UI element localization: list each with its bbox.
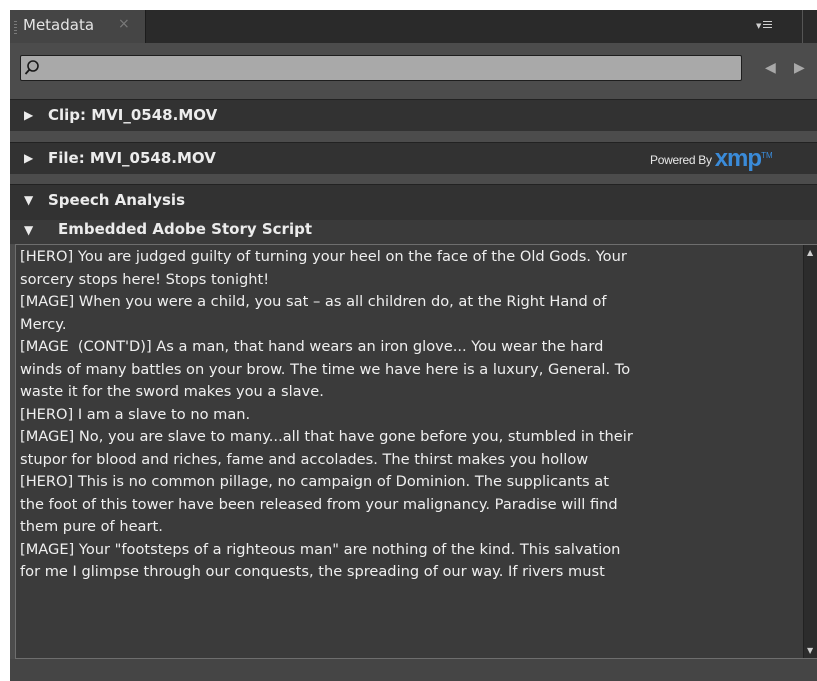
script-text: [HERO] You are judged guilty of turning …: [20, 246, 802, 584]
script-line: [MAGE] Your "footsteps of a righteous ma…: [20, 540, 621, 558]
expand-arrow-icon[interactable]: ▶: [24, 151, 33, 165]
tab-metadata[interactable]: Metadata ×: [10, 10, 146, 43]
script-line: Mercy.: [20, 315, 67, 333]
tab-title: Metadata: [23, 16, 95, 34]
script-line: them pure of heart.: [20, 518, 163, 535]
section-label: File: MVI_0548.MOV: [48, 149, 216, 167]
search-icon: [24, 60, 39, 75]
script-scrollbar[interactable]: ▲ ▼: [803, 245, 817, 658]
script-line: [MAGE] When you were a child, you sat – …: [20, 293, 607, 310]
panel-bottom-bar: [10, 659, 817, 681]
script-line: sorcery stops here! Stops tonight!: [20, 270, 270, 288]
metadata-panel: Metadata × ▼ ◀ ▶ ▶ Clip: MVI_0548.MOV ▶ …: [10, 10, 817, 681]
tab-grip-icon[interactable]: [14, 21, 17, 34]
script-line: [HERO] You are judged guilty of turning …: [20, 248, 627, 265]
script-line: winds of many battles on your brow. The …: [20, 360, 631, 378]
section-label: Embedded Adobe Story Script: [58, 220, 312, 238]
section-label: Clip: MVI_0548.MOV: [48, 106, 218, 124]
script-line: [MAGE] No, you are slave to many...all t…: [20, 428, 633, 445]
collapse-arrow-icon[interactable]: ▼: [24, 193, 33, 207]
tab-bar-divider: [802, 10, 803, 43]
scroll-up-icon[interactable]: ▲: [807, 248, 813, 257]
script-line: waste it for the sword makes you a slave…: [20, 383, 324, 400]
tab-close-icon[interactable]: ×: [118, 16, 130, 32]
script-line: stupor for blood and riches, fame and ac…: [20, 450, 589, 468]
powered-by-xmp-logo: Powered By xmpTM: [650, 145, 773, 172]
expand-arrow-icon[interactable]: ▶: [24, 108, 33, 122]
panel-menu-icon[interactable]: ▼: [756, 19, 772, 33]
search-field[interactable]: [20, 55, 742, 81]
panel-tab-bar: Metadata × ▼: [10, 10, 817, 43]
script-line: [MAGE (CONT'D)] As a man, that hand wear…: [20, 338, 604, 355]
search-input[interactable]: [43, 58, 737, 80]
script-text-area[interactable]: [HERO] You are judged guilty of turning …: [15, 244, 817, 659]
section-embedded-story-script[interactable]: ▼ Embedded Adobe Story Script: [10, 220, 817, 244]
scroll-down-icon[interactable]: ▼: [807, 646, 813, 655]
previous-result-icon[interactable]: ◀: [765, 60, 776, 76]
section-file[interactable]: ▶ File: MVI_0548.MOV Powered By xmpTM: [10, 142, 817, 174]
script-line: [HERO] This is no common pillage, no cam…: [20, 473, 609, 490]
collapse-arrow-icon[interactable]: ▼: [24, 223, 33, 237]
section-label: Speech Analysis: [48, 191, 186, 209]
next-result-icon[interactable]: ▶: [794, 60, 805, 76]
script-line: for me I glimpse through our conquests, …: [20, 563, 605, 580]
script-line: [HERO] I am a slave to no man.: [20, 405, 251, 423]
script-line: the foot of this tower have been release…: [20, 495, 618, 513]
section-speech-analysis[interactable]: ▼ Speech Analysis: [10, 184, 817, 220]
section-clip[interactable]: ▶ Clip: MVI_0548.MOV: [10, 99, 817, 131]
